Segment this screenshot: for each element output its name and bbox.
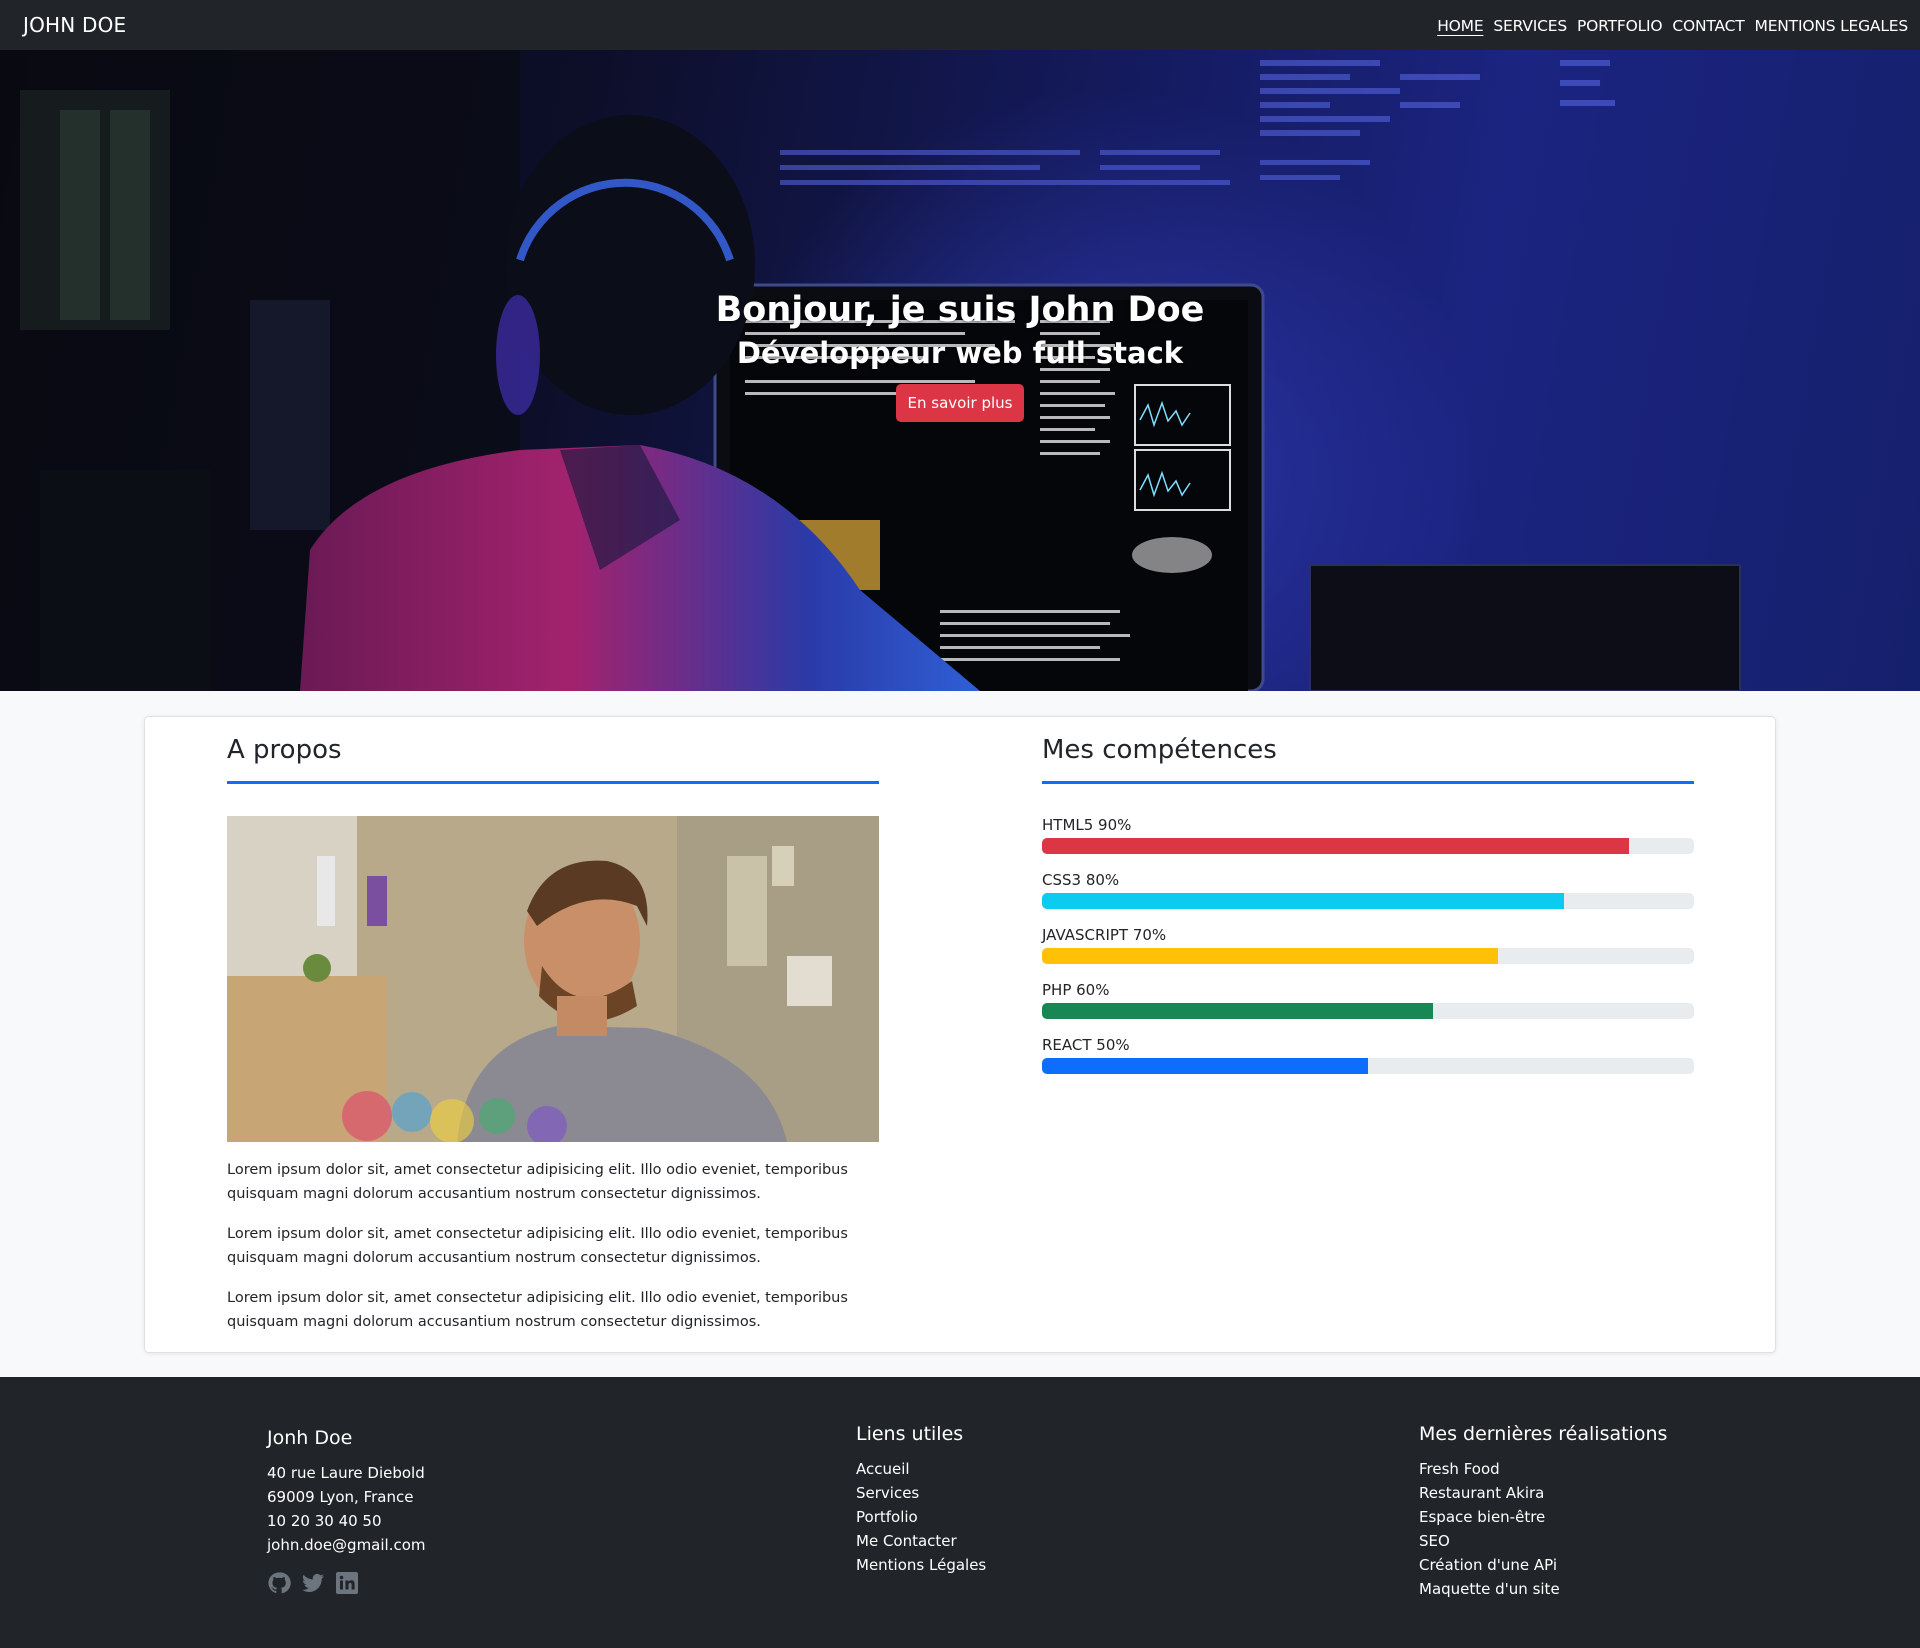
skill-html5: HTML5 90% <box>1042 816 1694 854</box>
brand-link[interactable]: JOHN DOE <box>23 13 126 37</box>
skill-progress-track <box>1042 1003 1694 1019</box>
footer-latest-works: Mes dernières réalisations Fresh Food Re… <box>1419 1423 1667 1601</box>
hero-banner: Bonjour, je suis John Doe Développeur we… <box>0 50 1920 691</box>
skill-react: REACT 50% <box>1042 1036 1694 1074</box>
nav-link-services[interactable]: SERVICES <box>1493 17 1567 35</box>
footer-link-contact[interactable]: Me Contacter <box>856 1529 986 1553</box>
about-title: A propos <box>227 735 879 784</box>
hero-subtitle: Développeur web full stack <box>736 336 1184 370</box>
nav-link-contact[interactable]: CONTACT <box>1672 17 1744 35</box>
skill-progress-fill <box>1042 1003 1434 1019</box>
footer-work-link[interactable]: Fresh Food <box>1419 1457 1667 1481</box>
footer-work-link[interactable]: Maquette d'un site <box>1419 1577 1667 1601</box>
main-card: A propos Lorem ipsum dolor sit, amet con… <box>144 716 1776 1353</box>
about-paragraph: Lorem ipsum dolor sit, amet consectetur … <box>227 1162 848 1202</box>
learn-more-button[interactable]: En savoir plus <box>895 384 1025 422</box>
github-icon[interactable] <box>267 1571 291 1595</box>
footer: Jonh Doe 40 rue Laure Diebold 69009 Lyon… <box>0 1377 1920 1648</box>
skill-php: PHP 60% <box>1042 981 1694 1019</box>
footer-work-link[interactable]: Création d'une APi <box>1419 1553 1667 1577</box>
skill-progress-fill <box>1042 893 1564 909</box>
skill-javascript: JAVASCRIPT 70% <box>1042 926 1694 964</box>
skill-label: PHP 60% <box>1042 981 1110 999</box>
skill-progress-track <box>1042 893 1694 909</box>
about-paragraph: Lorem ipsum dolor sit, amet consectetur … <box>227 1290 848 1330</box>
footer-phone: 10 20 30 40 50 <box>267 1512 382 1530</box>
footer-link-accueil[interactable]: Accueil <box>856 1457 986 1481</box>
navbar: JOHN DOE HOME SERVICES PORTFOLIO CONTACT… <box>0 0 1920 50</box>
footer-useful-links: Liens utiles Accueil Services Portfolio … <box>856 1423 986 1577</box>
nav-menu: HOME SERVICES PORTFOLIO CONTACT MENTIONS… <box>1437 16 1908 35</box>
footer-works-title: Mes dernières réalisations <box>1419 1423 1668 1445</box>
footer-link-portfolio[interactable]: Portfolio <box>856 1505 986 1529</box>
skill-label: JAVASCRIPT 70% <box>1042 926 1167 944</box>
nav-link-home[interactable]: HOME <box>1437 17 1483 35</box>
footer-email: john.doe@gmail.com <box>267 1536 426 1554</box>
skill-progress-track <box>1042 1058 1694 1074</box>
skill-progress-fill <box>1042 838 1629 854</box>
linkedin-icon[interactable] <box>335 1571 359 1595</box>
about-photo <box>227 816 879 1142</box>
footer-work-link[interactable]: Espace bien-être <box>1419 1505 1667 1529</box>
skill-progress-fill <box>1042 1058 1368 1074</box>
about-section: A propos Lorem ipsum dolor sit, amet con… <box>227 735 879 1350</box>
skill-progress-fill <box>1042 948 1499 964</box>
nav-link-mentions-legales[interactable]: MENTIONS LEGALES <box>1755 17 1909 35</box>
footer-work-link[interactable]: Restaurant Akira <box>1419 1481 1667 1505</box>
footer-address-line: 40 rue Laure Diebold <box>267 1464 425 1482</box>
skills-section: Mes compétences HTML5 90% CSS3 80% JAVAS… <box>1042 735 1694 1091</box>
footer-link-mentions[interactable]: Mentions Légales <box>856 1553 986 1577</box>
skills-title: Mes compétences <box>1042 735 1694 784</box>
skill-label: REACT 50% <box>1042 1036 1130 1054</box>
footer-work-link[interactable]: SEO <box>1419 1529 1667 1553</box>
about-paragraph: Lorem ipsum dolor sit, amet consectetur … <box>227 1226 848 1266</box>
skill-progress-track <box>1042 948 1694 964</box>
footer-address-city: 69009 Lyon, France <box>267 1488 414 1506</box>
footer-links-title: Liens utiles <box>856 1423 964 1445</box>
footer-link-services[interactable]: Services <box>856 1481 986 1505</box>
footer-contact: Jonh Doe 40 rue Laure Diebold 69009 Lyon… <box>267 1427 426 1595</box>
footer-contact-title: Jonh Doe <box>267 1427 353 1449</box>
social-links <box>267 1571 426 1595</box>
nav-link-portfolio[interactable]: PORTFOLIO <box>1577 17 1663 35</box>
skill-css3: CSS3 80% <box>1042 871 1694 909</box>
hero-title: Bonjour, je suis John Doe <box>715 290 1205 330</box>
skill-label: CSS3 80% <box>1042 871 1120 889</box>
skill-progress-track <box>1042 838 1694 854</box>
hero-content: Bonjour, je suis John Doe Développeur we… <box>0 290 1920 422</box>
twitter-icon[interactable] <box>301 1571 325 1595</box>
skill-label: HTML5 90% <box>1042 816 1132 834</box>
